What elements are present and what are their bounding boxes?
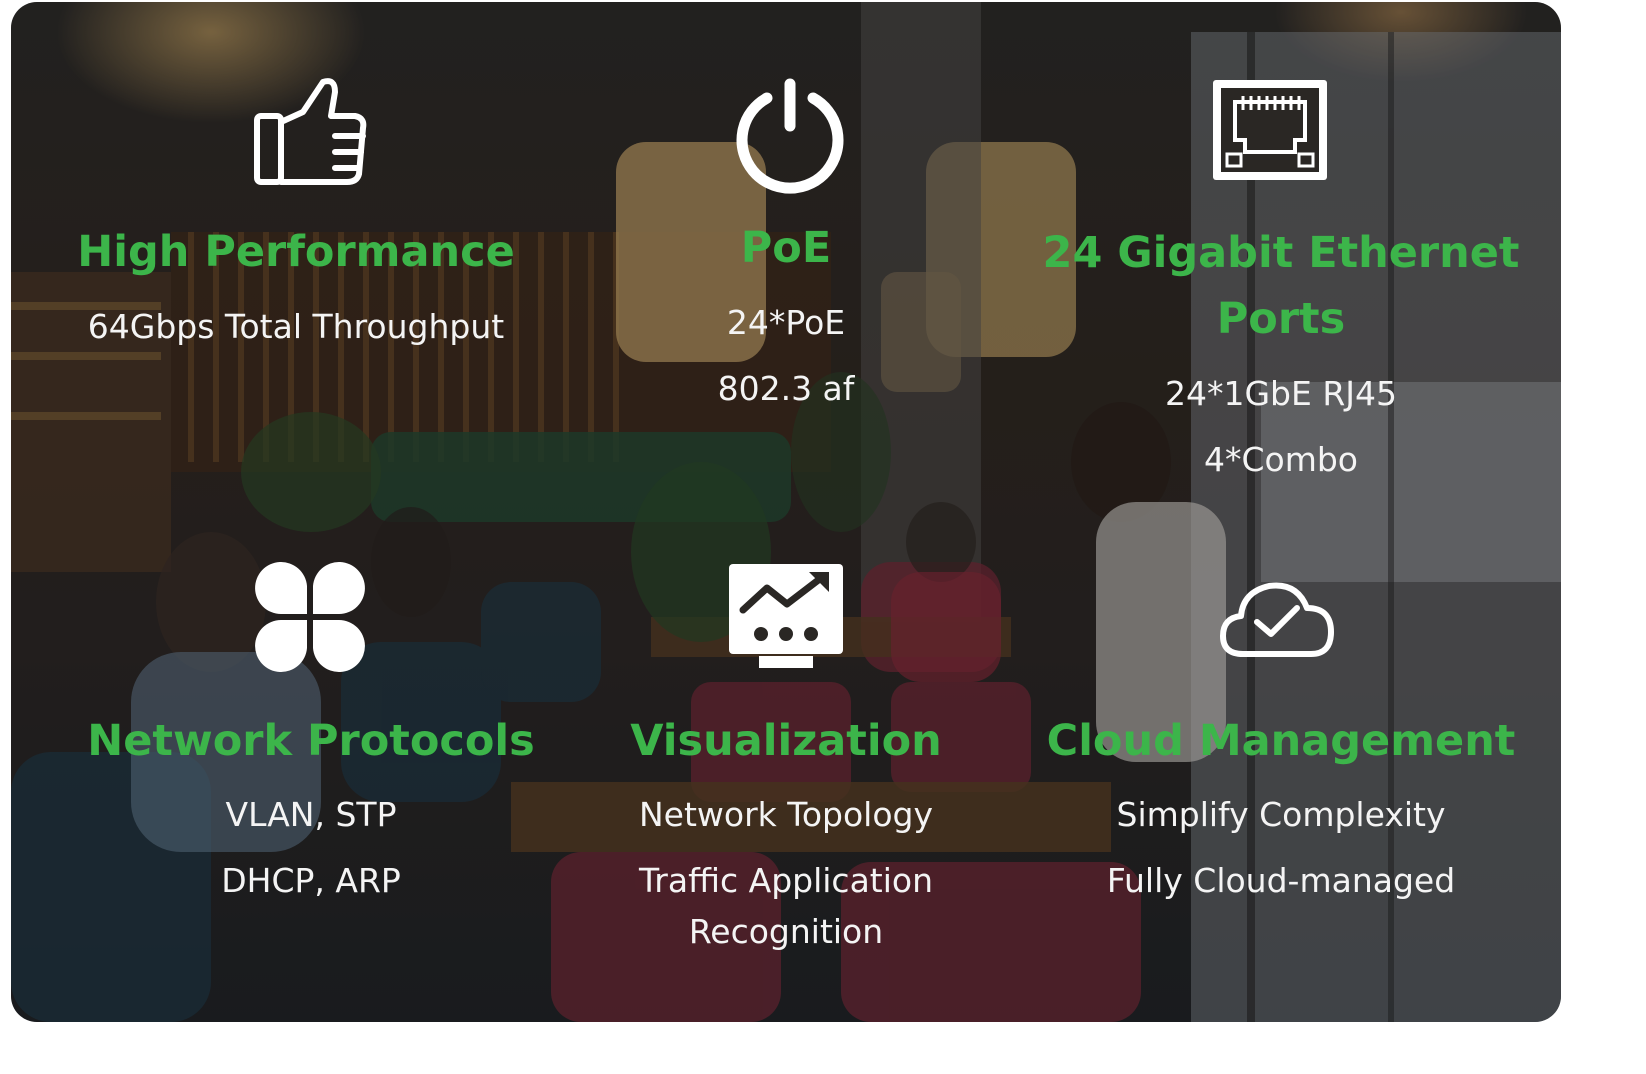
feature-title: 24 Gigabit Ethernet <box>1042 228 1520 278</box>
feature-title: Visualization <box>630 716 942 766</box>
feature-line: DHCP, ARP <box>221 861 401 900</box>
four-petal-icon <box>255 562 365 672</box>
cloud-check-icon <box>1220 582 1334 657</box>
feature-panel: High Performance 64Gbps Total Throughput… <box>11 2 1561 1022</box>
feature-line: Recognition <box>688 912 884 951</box>
feature-line: Simplify Complexity <box>1116 795 1446 834</box>
feature-line: 64Gbps Total Throughput <box>87 307 505 346</box>
feature-title: High Performance <box>77 227 515 277</box>
power-icon <box>736 78 844 194</box>
thumbs-up-icon <box>254 78 367 185</box>
feature-line: 24*PoE <box>726 303 846 342</box>
feature-line: 802.3 af <box>717 369 855 408</box>
feature-line: Fully Cloud-managed <box>1106 861 1456 900</box>
feature-title: Network Protocols <box>87 716 535 766</box>
feature-line: Traffic Application <box>638 861 934 900</box>
ethernet-port-icon <box>1213 80 1327 180</box>
feature-line: 4*Combo <box>1203 440 1358 479</box>
chart-trend-icon <box>729 564 843 668</box>
feature-title: PoE <box>740 223 832 273</box>
feature-line: VLAN, STP <box>225 795 397 834</box>
feature-line: 24*1GbE RJ45 <box>1165 374 1397 413</box>
feature-title: Cloud Management <box>1046 716 1516 766</box>
feature-title: Ports <box>1216 294 1346 344</box>
feature-line: Network Topology <box>639 795 933 834</box>
